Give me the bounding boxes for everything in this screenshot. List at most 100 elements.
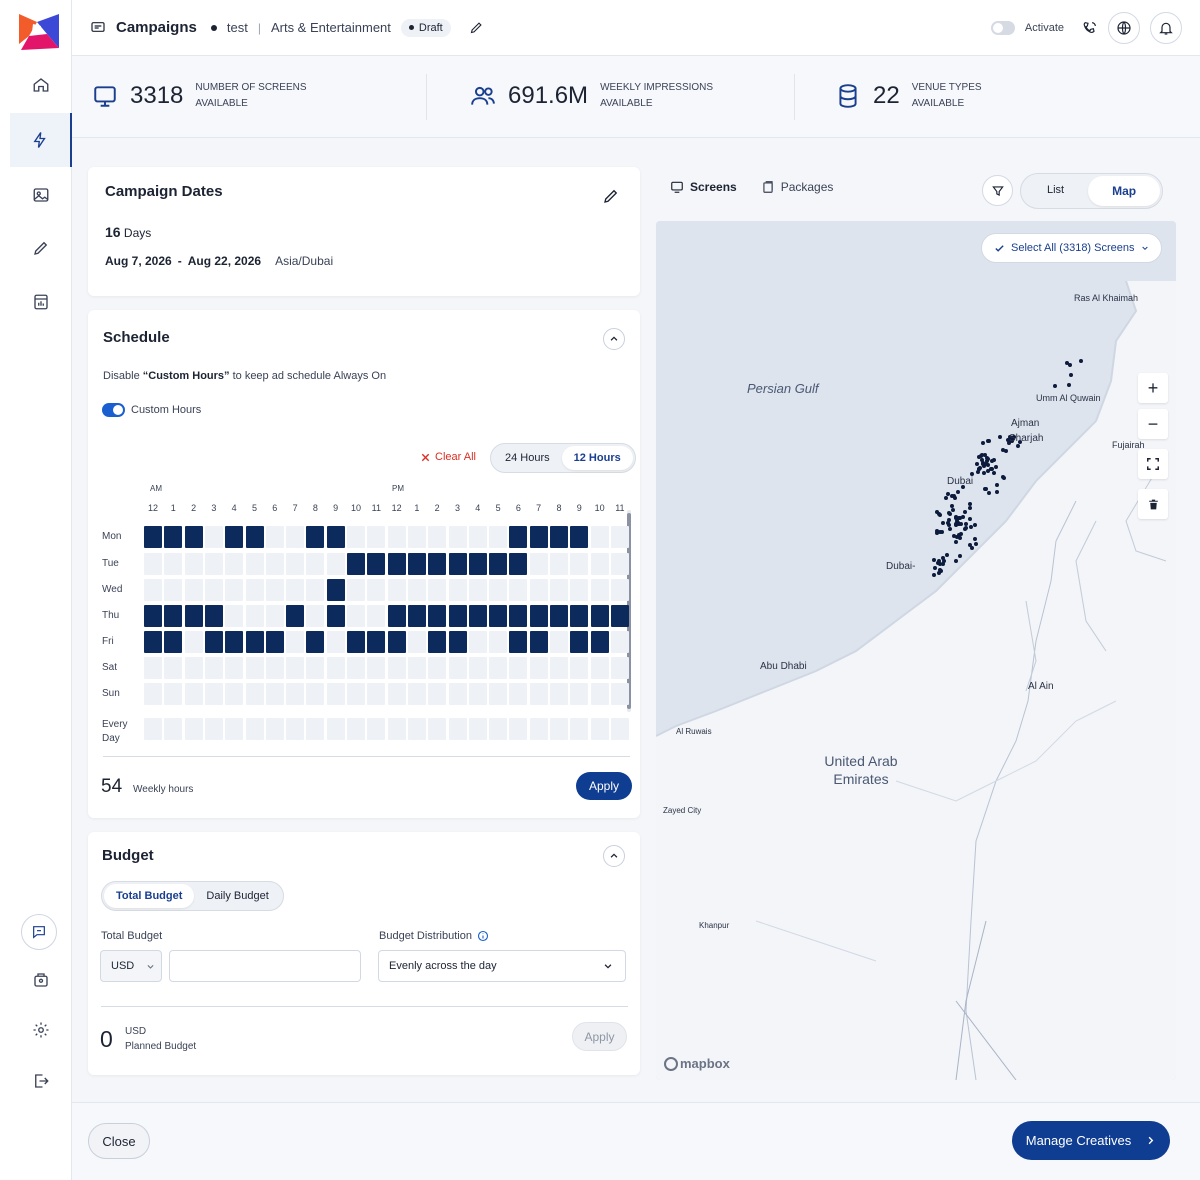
screen-marker[interactable] — [980, 441, 985, 446]
schedule-cell[interactable] — [489, 657, 508, 679]
schedule-cell[interactable] — [590, 718, 609, 740]
clear-all-button[interactable]: Clear All — [420, 451, 476, 463]
schedule-cell[interactable] — [225, 657, 244, 679]
schedule-cell-selected[interactable] — [347, 553, 365, 575]
budget-amount-input[interactable] — [169, 950, 361, 982]
schedule-cell[interactable] — [509, 683, 528, 705]
schedule-cell[interactable] — [550, 657, 568, 679]
nav-home[interactable] — [10, 58, 72, 112]
schedule-cell[interactable] — [428, 718, 447, 740]
schedule-cell[interactable] — [387, 718, 406, 740]
schedule-cell[interactable] — [428, 579, 447, 601]
schedule-cell[interactable] — [489, 683, 508, 705]
schedule-cell-selected[interactable] — [164, 631, 183, 653]
schedule-cell[interactable] — [347, 605, 365, 627]
schedule-cell[interactable] — [590, 657, 609, 679]
schedule-cell[interactable] — [610, 631, 629, 653]
schedule-cell[interactable] — [529, 657, 548, 679]
schedule-cell[interactable] — [550, 683, 568, 705]
schedule-cell[interactable] — [387, 526, 406, 548]
schedule-cell[interactable] — [610, 657, 629, 679]
brand-logo[interactable] — [19, 14, 59, 50]
schedule-cell[interactable] — [529, 579, 548, 601]
schedule-cell[interactable] — [245, 553, 264, 575]
schedule-cell[interactable] — [428, 683, 447, 705]
zoom-out-button[interactable]: − — [1138, 409, 1168, 439]
schedule-cell[interactable] — [326, 718, 345, 740]
schedule-cell[interactable] — [225, 605, 244, 627]
schedule-cell[interactable] — [144, 579, 162, 601]
screen-marker[interactable] — [1078, 358, 1083, 363]
screen-marker[interactable] — [985, 439, 990, 444]
schedule-cell[interactable] — [225, 718, 244, 740]
schedule-cell[interactable] — [610, 526, 629, 548]
manage-creatives-button[interactable]: Manage Creatives — [1012, 1121, 1170, 1160]
schedule-cell[interactable] — [347, 526, 365, 548]
schedule-cell[interactable] — [306, 718, 325, 740]
schedule-cell[interactable] — [590, 683, 609, 705]
screen-marker[interactable] — [962, 510, 967, 515]
screen-marker[interactable] — [979, 452, 984, 457]
schedule-cell[interactable] — [367, 579, 386, 601]
schedule-cell[interactable] — [286, 553, 305, 575]
schedule-cell[interactable] — [590, 579, 609, 601]
schedule-cell[interactable] — [265, 683, 284, 705]
schedule-cell[interactable] — [367, 526, 386, 548]
screen-marker[interactable] — [937, 562, 942, 567]
schedule-cell[interactable] — [468, 631, 487, 653]
edit-dates-icon[interactable] — [602, 187, 620, 205]
schedule-cell-selected[interactable] — [509, 605, 528, 627]
schedule-cell-selected[interactable] — [184, 605, 203, 627]
schedule-cell-selected[interactable] — [387, 631, 406, 653]
screen-marker[interactable] — [977, 465, 982, 470]
fullscreen-button[interactable] — [1138, 449, 1168, 479]
schedule-cell[interactable] — [144, 553, 162, 575]
schedule-cell-selected[interactable] — [144, 526, 162, 548]
schedule-cell[interactable] — [184, 631, 203, 653]
schedule-cell-selected[interactable] — [489, 553, 508, 575]
screen-marker[interactable] — [994, 482, 999, 487]
activate-toggle[interactable] — [990, 21, 1015, 35]
view-list[interactable]: List — [1023, 176, 1088, 206]
select-all-button[interactable]: Select All (3318) Screens — [981, 233, 1162, 263]
screen-marker[interactable] — [953, 559, 958, 564]
schedule-cell[interactable] — [529, 718, 548, 740]
schedule-cell[interactable] — [367, 718, 386, 740]
schedule-cell[interactable] — [407, 526, 426, 548]
mode-24-hours[interactable]: 24 Hours — [493, 446, 562, 470]
schedule-cell[interactable] — [265, 553, 284, 575]
delete-selection-button[interactable] — [1138, 489, 1168, 519]
schedule-cell[interactable] — [610, 553, 629, 575]
tab-total-budget[interactable]: Total Budget — [104, 884, 195, 908]
schedule-cell[interactable] — [326, 631, 345, 653]
schedule-cell[interactable] — [428, 657, 447, 679]
schedule-cell[interactable] — [468, 526, 487, 548]
schedule-cell[interactable] — [468, 657, 487, 679]
schedule-cell[interactable] — [387, 683, 406, 705]
schedule-cell-selected[interactable] — [245, 526, 264, 548]
schedule-cell[interactable] — [164, 657, 183, 679]
screen-marker[interactable] — [985, 469, 990, 474]
schedule-cell[interactable] — [347, 657, 365, 679]
schedule-cell[interactable] — [407, 657, 426, 679]
screen-marker[interactable] — [985, 456, 990, 461]
schedule-cell[interactable] — [164, 683, 183, 705]
schedule-cell[interactable] — [286, 579, 305, 601]
support-icon[interactable] — [1082, 20, 1098, 36]
schedule-cell[interactable] — [184, 718, 203, 740]
schedule-cell-selected[interactable] — [286, 605, 305, 627]
schedule-cell-selected[interactable] — [570, 526, 589, 548]
schedule-cell[interactable] — [306, 683, 325, 705]
filter-button[interactable] — [982, 175, 1013, 206]
nav-wallet[interactable] — [10, 953, 72, 1007]
schedule-cell[interactable] — [204, 718, 223, 740]
schedule-cell[interactable] — [144, 657, 162, 679]
schedule-cell-selected[interactable] — [590, 631, 609, 653]
schedule-cell[interactable] — [347, 718, 365, 740]
screen-marker[interactable] — [945, 491, 950, 496]
schedule-cell[interactable] — [286, 683, 305, 705]
schedule-cell[interactable] — [570, 683, 589, 705]
schedule-cell[interactable] — [387, 657, 406, 679]
schedule-cell[interactable] — [265, 605, 284, 627]
schedule-cell[interactable] — [550, 579, 568, 601]
